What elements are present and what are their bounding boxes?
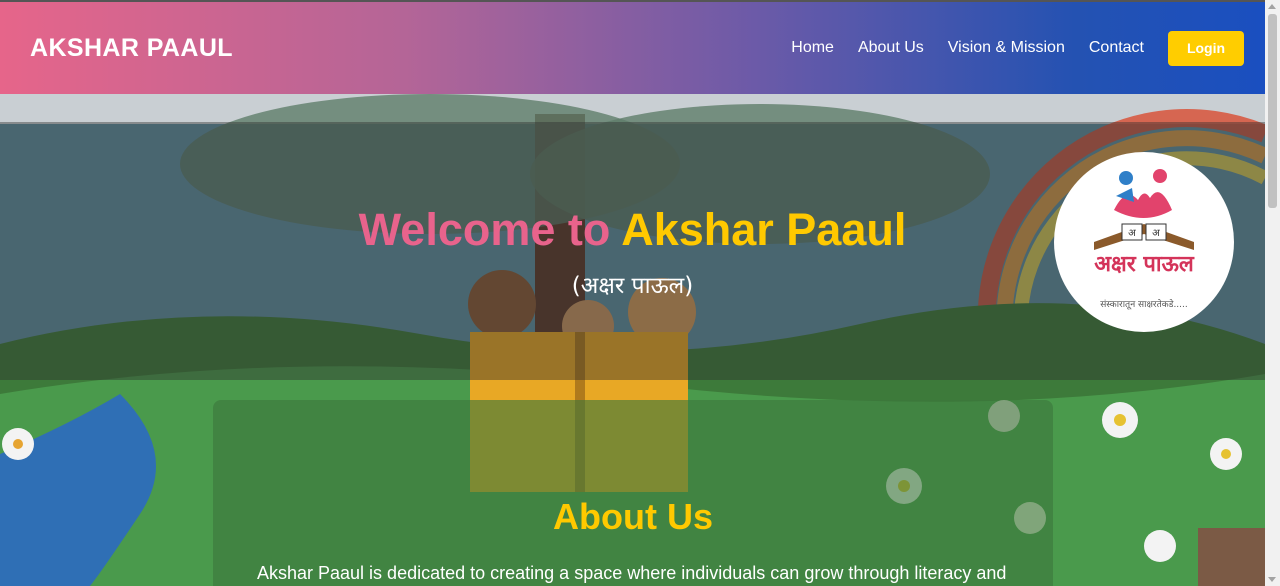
nav-link-vision-mission[interactable]: Vision & Mission: [948, 39, 1065, 57]
about-us-heading: About Us: [553, 496, 713, 537]
nav-link-about-us[interactable]: About Us: [858, 39, 924, 57]
scrollbar-thumb[interactable]: [1268, 14, 1277, 208]
main-nav: Home About Us Vision & Mission Contact L…: [791, 30, 1244, 66]
about-us-text: Akshar Paaul is dedicated to creating a …: [257, 563, 1007, 583]
logo-tagline: संस्कारातून साक्षरतेकडे.....: [1100, 300, 1188, 310]
scroll-down-arrow-icon[interactable]: [1268, 577, 1276, 582]
vertical-scrollbar[interactable]: [1265, 0, 1280, 586]
svg-text:अ: अ: [1128, 228, 1136, 239]
scroll-up-arrow-icon[interactable]: [1268, 4, 1276, 9]
login-button[interactable]: Login: [1168, 30, 1244, 66]
nav-link-contact[interactable]: Contact: [1089, 39, 1144, 57]
nav-link-home[interactable]: Home: [791, 39, 834, 57]
hero-title-prefix: Welcome to: [358, 204, 611, 255]
svg-text:अ: अ: [1152, 228, 1160, 239]
hero-section: Welcome to Akshar Paaul (अक्षर पाऊल) अ अ…: [0, 94, 1265, 586]
logo-name: अक्षर पाऊल: [1094, 252, 1194, 277]
about-us-card: About Us Akshar Paaul is dedicated to cr…: [213, 400, 1053, 586]
hero-title-name: Akshar Paaul: [621, 204, 907, 255]
top-navbar: AKSHAR PAAUL Home About Us Vision & Miss…: [0, 2, 1265, 94]
brand-logo-text[interactable]: AKSHAR PAAUL: [30, 34, 233, 63]
organization-logo: अ अ अक्षर पाऊल संस्कारातून साक्षरतेकडे..…: [1054, 152, 1234, 332]
